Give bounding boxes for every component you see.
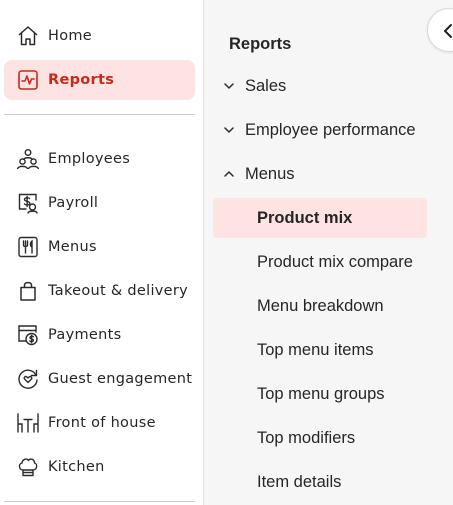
shopping-bag-icon xyxy=(16,279,40,303)
nav-divider xyxy=(4,114,195,115)
nav-item-reports[interactable]: Reports xyxy=(4,60,195,100)
group-label: Sales xyxy=(245,76,287,95)
nav-item-front-of-house[interactable]: Front of house xyxy=(4,403,195,443)
home-icon xyxy=(16,24,40,48)
nav-item-label: Kitchen xyxy=(48,459,105,475)
panel-title: Reports xyxy=(229,35,292,53)
fork-knife-icon xyxy=(16,235,40,259)
report-label: Product mix compare xyxy=(257,252,413,271)
nav-item-label: Reports xyxy=(48,72,115,88)
nav-item-payroll[interactable]: Payroll xyxy=(4,183,195,223)
nav-item-label: Front of house xyxy=(48,415,156,431)
chevron-left-icon xyxy=(444,24,452,38)
report-top-menu-items[interactable]: Top menu items xyxy=(213,330,427,370)
nav-item-employees[interactable]: Employees xyxy=(4,139,195,179)
nav-item-guest-engagement[interactable]: Guest engagement xyxy=(4,359,195,399)
nav-item-takeout-delivery[interactable]: Takeout & delivery xyxy=(4,271,195,311)
report-item-details[interactable]: Item details xyxy=(213,462,427,502)
reports-panel: Reports Sales Employee performance Menus… xyxy=(203,0,453,505)
group-sales[interactable]: Sales xyxy=(204,66,453,106)
nav-item-menus[interactable]: Menus xyxy=(4,227,195,267)
chevron-up-icon xyxy=(224,171,234,177)
nav-item-home[interactable]: Home xyxy=(4,16,195,56)
nav-item-label: Payments xyxy=(48,327,122,343)
group-label: Menus xyxy=(245,164,295,183)
report-product-mix[interactable]: Product mix xyxy=(213,198,427,238)
report-product-mix-compare[interactable]: Product mix compare xyxy=(213,242,427,282)
report-label: Top menu items xyxy=(257,340,374,359)
report-label: Product mix xyxy=(257,208,353,227)
nav-item-payments[interactable]: Payments xyxy=(4,315,195,355)
chevron-down-icon xyxy=(224,127,234,133)
report-top-modifiers[interactable]: Top modifiers xyxy=(213,418,427,458)
report-top-menu-groups[interactable]: Top menu groups xyxy=(213,374,427,414)
group-label: Employee performance xyxy=(245,120,416,139)
report-label: Top modifiers xyxy=(257,428,356,447)
payments-icon xyxy=(16,323,40,347)
nav-item-label: Home xyxy=(48,28,93,44)
dining-table-icon xyxy=(16,411,40,435)
chevron-down-icon xyxy=(224,83,234,89)
group-employee-performance[interactable]: Employee performance xyxy=(204,110,453,150)
nav-item-label: Payroll xyxy=(48,195,99,211)
left-navigation: Home Reports Employees Payroll Menus Tak… xyxy=(0,0,203,505)
chef-hat-icon xyxy=(16,455,40,479)
pulse-chart-icon xyxy=(16,68,40,92)
heart-cycle-icon xyxy=(16,367,40,391)
group-menus[interactable]: Menus xyxy=(204,154,453,194)
report-menu-breakdown[interactable]: Menu breakdown xyxy=(213,286,427,326)
nav-item-label: Menus xyxy=(48,239,97,255)
report-label: Menu breakdown xyxy=(257,296,384,315)
nav-item-label: Employees xyxy=(48,151,131,167)
nav-divider xyxy=(4,501,195,502)
report-label: Item details xyxy=(257,472,342,491)
payroll-dollar-icon xyxy=(16,191,40,215)
nav-item-label: Guest engagement xyxy=(48,371,193,387)
nav-item-label: Takeout & delivery xyxy=(48,283,189,299)
nav-item-kitchen[interactable]: Kitchen xyxy=(4,447,195,487)
report-label: Top menu groups xyxy=(257,384,385,403)
users-icon xyxy=(16,147,40,171)
